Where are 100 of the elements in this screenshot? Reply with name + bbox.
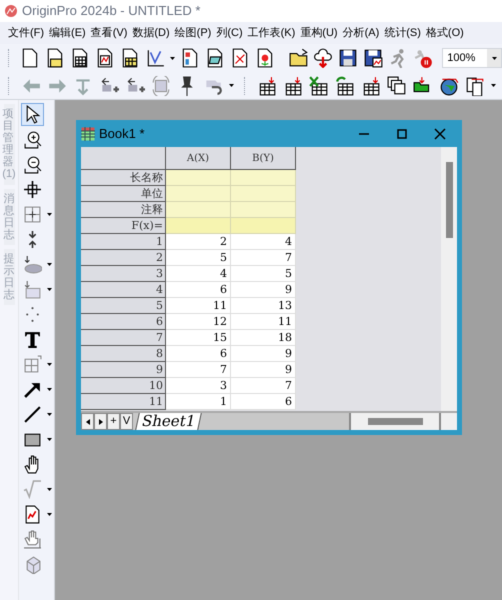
table-cell[interactable]: 11 xyxy=(166,298,231,314)
tool-button[interactable] xyxy=(21,103,44,126)
row-header[interactable]: 9 xyxy=(81,362,166,378)
table-cell[interactable]: 18 xyxy=(231,330,296,346)
caret-icon[interactable] xyxy=(47,388,52,391)
previous-sheet-button[interactable] xyxy=(81,413,94,430)
table-cell[interactable]: 9 xyxy=(231,346,296,362)
cloud-download-icon[interactable] xyxy=(313,48,334,68)
caret-icon[interactable] xyxy=(47,413,52,416)
row-header[interactable]: 10 xyxy=(81,378,166,394)
size-grip[interactable] xyxy=(439,413,457,430)
table-cell[interactable]: 1 xyxy=(166,394,231,410)
label-cell[interactable] xyxy=(231,218,296,234)
label-cell[interactable] xyxy=(166,218,231,234)
row-header[interactable]: 长名称 xyxy=(81,170,166,186)
row-header[interactable]: 单位 xyxy=(81,186,166,202)
caret-icon[interactable] xyxy=(47,513,52,516)
add-sheet-button[interactable]: + xyxy=(107,413,120,430)
table-cell[interactable]: 7 xyxy=(231,378,296,394)
menu-item[interactable]: 文件(F) xyxy=(8,24,44,42)
table-cell[interactable]: 6 xyxy=(166,282,231,298)
caret-icon[interactable] xyxy=(491,84,496,87)
close-icon[interactable] xyxy=(434,128,446,140)
image-tool-icon xyxy=(23,280,42,299)
menu-item[interactable]: 查看(V) xyxy=(90,24,128,42)
table-cell[interactable]: 3 xyxy=(166,378,231,394)
blank-page-icon[interactable] xyxy=(20,48,40,68)
table-cell[interactable]: 7 xyxy=(166,362,231,378)
row-header[interactable]: 7 xyxy=(81,330,166,346)
vertical-scrollbar[interactable] xyxy=(441,147,457,411)
table-arrow-icon[interactable] xyxy=(257,76,277,96)
table-cell[interactable]: 15 xyxy=(166,330,231,346)
table-cell[interactable]: 6 xyxy=(231,394,296,410)
table-refresh-icon[interactable] xyxy=(335,76,355,96)
menu-item[interactable]: 分析(A) xyxy=(342,24,380,42)
row-header[interactable]: 8 xyxy=(81,346,166,362)
label-cell[interactable] xyxy=(231,202,296,218)
menu-item[interactable]: 格式(O) xyxy=(426,24,464,42)
table-cell[interactable]: 12 xyxy=(166,314,231,330)
table-x-icon[interactable] xyxy=(309,76,329,96)
stacked-pages-icon[interactable] xyxy=(387,76,407,96)
table-cell[interactable]: 13 xyxy=(231,298,296,314)
caret-icon[interactable] xyxy=(229,84,234,87)
caret-icon[interactable] xyxy=(492,56,497,60)
refresh-icon[interactable] xyxy=(151,76,171,96)
row-header[interactable]: 11 xyxy=(81,394,166,410)
column-header[interactable]: A(X) xyxy=(166,147,231,170)
sheet-list-button[interactable]: V xyxy=(120,413,133,430)
floppy-graph-icon[interactable] xyxy=(363,48,384,68)
pages-icon[interactable] xyxy=(465,76,485,96)
grid-frame-icon xyxy=(23,205,42,224)
row-header[interactable]: 3 xyxy=(81,266,166,282)
label-cell[interactable] xyxy=(231,186,296,202)
label-cell[interactable] xyxy=(166,186,231,202)
label-cell[interactable] xyxy=(166,202,231,218)
table-cell[interactable]: 4 xyxy=(166,266,231,282)
row-header[interactable]: 6 xyxy=(81,314,166,330)
table-arrow-icon[interactable] xyxy=(283,76,303,96)
menu-item[interactable]: 重构(U) xyxy=(300,24,338,42)
table-cell[interactable]: 9 xyxy=(231,282,296,298)
caret-icon[interactable] xyxy=(47,213,52,216)
menu-item[interactable]: 编辑(E) xyxy=(49,24,86,42)
horizontal-scrollbar[interactable] xyxy=(349,413,439,430)
row-header[interactable]: 注释 xyxy=(81,202,166,218)
tool-button[interactable] xyxy=(21,178,44,201)
table-cell[interactable]: 4 xyxy=(231,234,296,250)
next-sheet-button[interactable] xyxy=(94,413,107,430)
table-cell[interactable]: 2 xyxy=(166,234,231,250)
caret-icon[interactable] xyxy=(47,263,52,266)
runner-stop-icon[interactable] xyxy=(413,48,434,68)
zoom-out-icon xyxy=(23,155,42,174)
caret-icon[interactable] xyxy=(47,488,52,491)
sheet-tab[interactable]: Sheet1 xyxy=(135,413,202,430)
row-header[interactable]: 4 xyxy=(81,282,166,298)
caret-icon[interactable] xyxy=(47,438,52,441)
table-cell[interactable]: 7 xyxy=(231,250,296,266)
caret-icon[interactable] xyxy=(170,56,175,60)
table-cell[interactable]: 5 xyxy=(166,250,231,266)
menu-item[interactable]: 绘图(P) xyxy=(174,24,212,42)
label-cell[interactable] xyxy=(231,170,296,186)
column-header[interactable]: B(Y) xyxy=(231,147,296,170)
table-cell[interactable]: 9 xyxy=(231,362,296,378)
caret-icon[interactable] xyxy=(47,288,52,291)
row-header[interactable]: 2 xyxy=(81,250,166,266)
table-cell[interactable]: 5 xyxy=(231,266,296,282)
row-header[interactable]: 1 xyxy=(81,234,166,250)
row-header[interactable]: F(x)= xyxy=(81,218,166,234)
caret-icon[interactable] xyxy=(47,363,52,366)
table-arrow-icon[interactable] xyxy=(361,76,381,96)
menu-item[interactable]: 列(C) xyxy=(216,24,243,42)
menu-item[interactable]: 数据(D) xyxy=(132,24,170,42)
maximize-icon[interactable] xyxy=(396,128,408,140)
row-header[interactable]: 5 xyxy=(81,298,166,314)
menu-item[interactable]: 统计(S) xyxy=(384,24,421,42)
label-cell[interactable] xyxy=(166,170,231,186)
table-cell[interactable]: 6 xyxy=(166,346,231,362)
menu-item[interactable]: 工作表(K) xyxy=(248,24,296,42)
zoom-dropdown[interactable]: 100% xyxy=(442,48,502,68)
folder-icon[interactable] xyxy=(288,48,308,68)
table-cell[interactable]: 11 xyxy=(231,314,296,330)
